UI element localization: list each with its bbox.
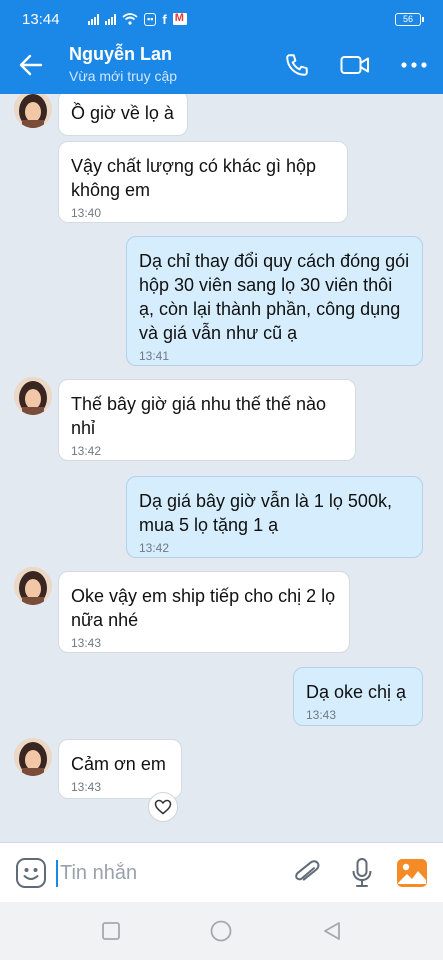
contact-name[interactable]: Nguyễn Lan bbox=[69, 44, 172, 65]
message-bubble[interactable]: Thế bây giờ giá nhu thế thế nào nhỉ 13:4… bbox=[58, 379, 356, 461]
message-list[interactable]: Ồ giờ về lọ à Vậy chất lượng có khác gì … bbox=[0, 94, 443, 842]
call-button[interactable] bbox=[280, 48, 314, 82]
system-navigation-bar bbox=[0, 902, 443, 960]
message-time: 13:41 bbox=[139, 349, 170, 363]
message-input[interactable] bbox=[60, 858, 280, 888]
image-icon bbox=[397, 859, 427, 887]
message-text: Dạ chỉ thay đổi quy cách đóng gói hộp 30… bbox=[139, 251, 410, 343]
attach-button[interactable] bbox=[290, 856, 324, 890]
reaction-button[interactable] bbox=[148, 792, 178, 822]
back-button[interactable] bbox=[14, 48, 48, 82]
contact-status: Vừa mới truy cập bbox=[69, 68, 178, 84]
facebook-icon: f bbox=[162, 11, 167, 27]
status-bar: 13:44 ▪▪ f 56 bbox=[0, 0, 443, 36]
image-picker-button[interactable] bbox=[395, 856, 429, 890]
video-call-button[interactable] bbox=[338, 48, 372, 82]
message-text: Dạ oke chị ạ bbox=[306, 682, 407, 702]
avatar[interactable] bbox=[14, 567, 52, 605]
message-time: 13:40 bbox=[71, 206, 102, 220]
text-cursor bbox=[56, 860, 58, 887]
notification-icon: ▪▪ bbox=[144, 12, 157, 26]
emoji-button[interactable] bbox=[15, 857, 47, 889]
wifi-icon bbox=[122, 13, 138, 25]
message-bubble[interactable]: Cảm ơn em 13:43 bbox=[58, 739, 182, 799]
message-time: 13:43 bbox=[306, 708, 337, 722]
signal-icon bbox=[88, 13, 99, 25]
message-bubble[interactable]: Dạ chỉ thay đổi quy cách đóng gói hộp 30… bbox=[126, 236, 423, 366]
paperclip-icon bbox=[295, 860, 320, 881]
battery-icon: 56 bbox=[395, 13, 424, 26]
status-icons: ▪▪ f bbox=[88, 11, 187, 27]
more-dots-icon bbox=[401, 62, 427, 68]
message-bubble[interactable]: Dạ oke chị ạ 13:43 bbox=[293, 667, 423, 726]
phone-icon bbox=[286, 54, 308, 76]
back-arrow-icon bbox=[19, 54, 43, 76]
video-camera-icon bbox=[340, 56, 369, 74]
message-bubble[interactable]: Dạ giá bây giờ vẫn là 1 lọ 500k, mua 5 l… bbox=[126, 476, 423, 558]
system-back-button[interactable] bbox=[320, 919, 344, 943]
message-time: 13:43 bbox=[71, 636, 102, 650]
avatar[interactable] bbox=[14, 377, 52, 415]
message-text: Oke vậy em ship tiếp cho chị 2 lọ nữa nh… bbox=[71, 586, 336, 630]
signal-icon bbox=[105, 13, 116, 25]
message-text: Cảm ơn em bbox=[71, 754, 166, 774]
clock: 13:44 bbox=[22, 11, 60, 28]
heart-icon bbox=[154, 799, 172, 815]
message-bubble[interactable]: Ồ giờ về lọ à bbox=[58, 94, 188, 136]
emoji-icon bbox=[16, 858, 46, 888]
more-options-button[interactable] bbox=[397, 48, 431, 82]
recent-apps-button[interactable] bbox=[99, 919, 123, 943]
chat-header: Nguyễn Lan Vừa mới truy cập bbox=[0, 36, 443, 94]
avatar[interactable] bbox=[14, 94, 52, 128]
message-time: 13:42 bbox=[71, 444, 102, 458]
message-text: Vậy chất lượng có khác gì hộp không em bbox=[71, 156, 316, 200]
avatar[interactable] bbox=[14, 738, 52, 776]
triangle-back-icon bbox=[324, 922, 340, 940]
voice-record-button[interactable] bbox=[345, 856, 379, 890]
message-text: Ồ giờ về lọ à bbox=[71, 103, 174, 123]
square-icon bbox=[102, 922, 120, 940]
message-text: Dạ giá bây giờ vẫn là 1 lọ 500k, mua 5 l… bbox=[139, 491, 392, 535]
message-time: 13:43 bbox=[71, 780, 102, 794]
home-button[interactable] bbox=[209, 919, 233, 943]
gmail-icon bbox=[172, 12, 187, 25]
message-input-bar bbox=[0, 842, 443, 902]
message-bubble[interactable]: Vậy chất lượng có khác gì hộp không em 1… bbox=[58, 141, 348, 223]
circle-icon bbox=[210, 920, 232, 942]
microphone-icon bbox=[352, 858, 372, 887]
message-time: 13:42 bbox=[139, 541, 170, 555]
message-text: Thế bây giờ giá nhu thế thế nào nhỉ bbox=[71, 394, 326, 438]
message-bubble[interactable]: Oke vậy em ship tiếp cho chị 2 lọ nữa nh… bbox=[58, 571, 350, 653]
